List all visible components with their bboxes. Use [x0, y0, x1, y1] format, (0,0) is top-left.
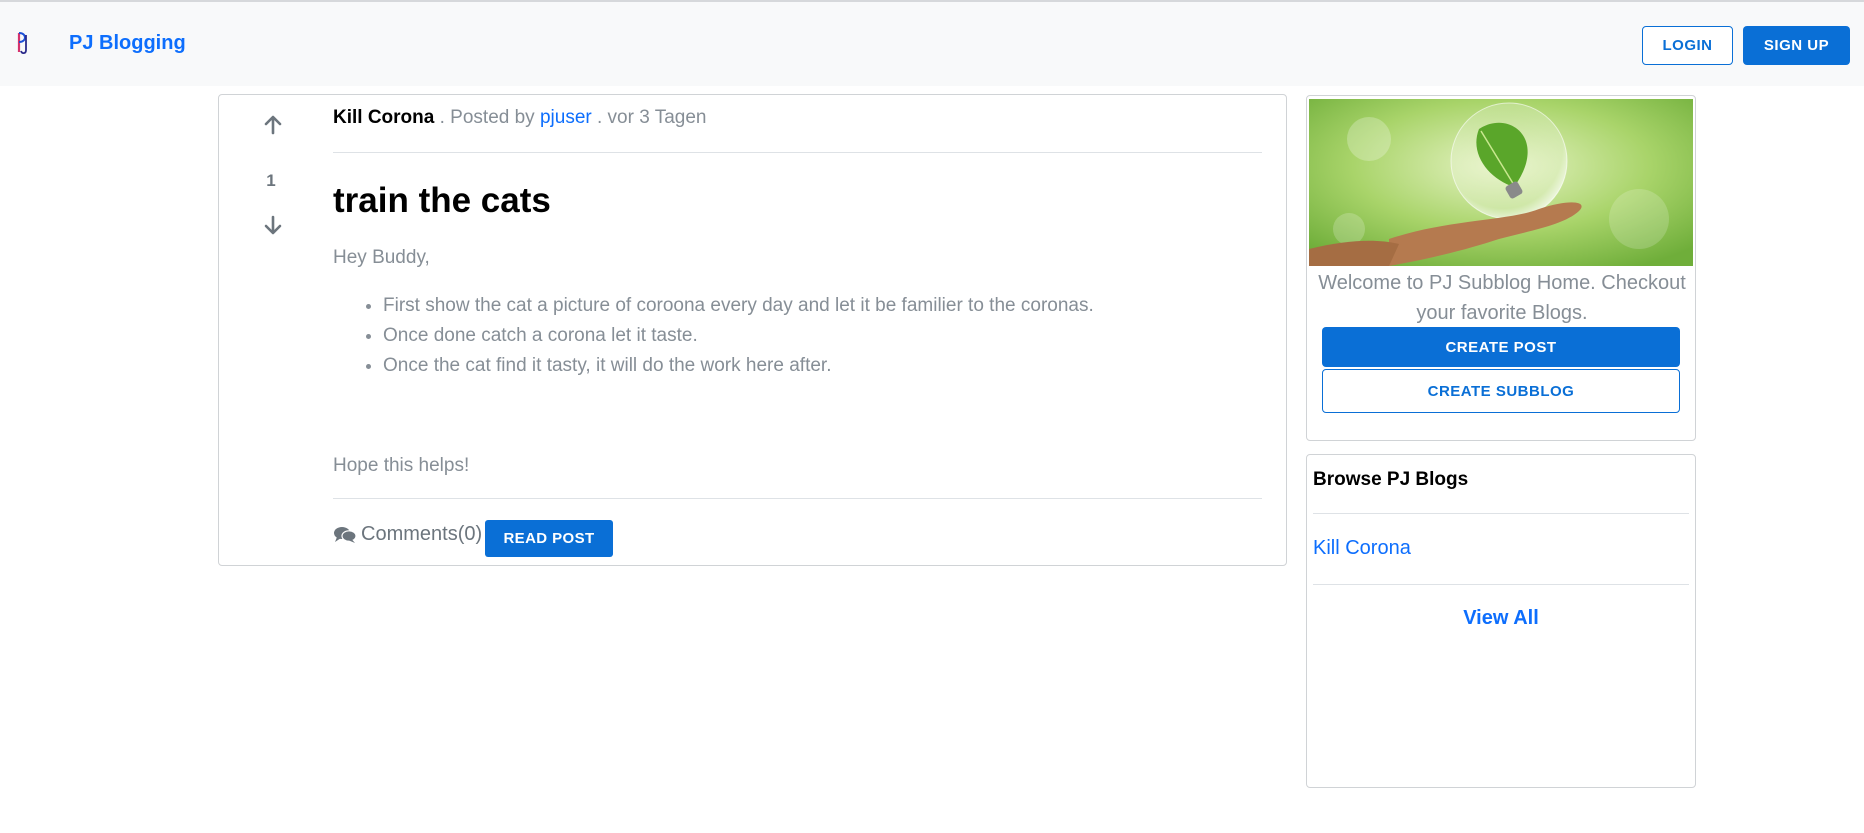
post-time: . vor 3 Tagen — [597, 107, 707, 128]
divider — [333, 498, 1262, 499]
create-subblog-button[interactable]: CREATE SUBBLOG — [1322, 369, 1680, 413]
divider — [333, 152, 1262, 153]
vote-count: 1 — [266, 171, 276, 190]
post-bullet-list: First show the cat a picture of coroona … — [383, 291, 1253, 381]
posted-by-text: . Posted by — [439, 107, 535, 128]
arrow-up-icon[interactable] — [261, 113, 285, 137]
subblog-name[interactable]: Kill Corona — [333, 107, 434, 128]
brand-name-link[interactable]: PJ Blogging — [69, 32, 186, 55]
post-closing: Hope this helps! — [333, 455, 470, 476]
browse-item-kill-corona[interactable]: Kill Corona — [1313, 537, 1411, 560]
comments-link[interactable]: Comments(0) — [333, 523, 482, 546]
vote-column: 1 — [219, 95, 319, 295]
post-card: 1 Kill Corona . Posted by pjuser . vor 3… — [218, 94, 1287, 566]
post-title[interactable]: train the cats — [333, 181, 551, 221]
signup-button[interactable]: SIGN UP — [1743, 26, 1850, 65]
login-button[interactable]: LOGIN — [1642, 26, 1733, 65]
post-meta: Kill Corona . Posted by pjuser . vor 3 T… — [333, 107, 707, 129]
divider — [1313, 513, 1689, 514]
view-all-link[interactable]: View All — [1307, 607, 1695, 630]
divider — [1313, 584, 1689, 585]
hero-image — [1309, 99, 1693, 266]
comments-label: Comments(0) — [361, 523, 483, 545]
list-item: First show the cat a picture of coroona … — [383, 291, 1253, 321]
brand-logo-icon[interactable] — [17, 30, 31, 56]
arrow-down-icon[interactable] — [261, 213, 285, 237]
list-item: Once the cat find it tasty, it will do t… — [383, 351, 1253, 381]
comments-icon — [334, 526, 357, 543]
navbar: PJ Blogging LOGIN SIGN UP — [0, 0, 1864, 86]
create-post-button[interactable]: CREATE POST — [1322, 327, 1680, 367]
sidebar-welcome-card: Welcome to PJ Subblog Home. Checkout you… — [1306, 95, 1696, 441]
read-post-button[interactable]: READ POST — [485, 520, 613, 557]
browse-blogs-card: Browse PJ Blogs Kill Corona View All — [1306, 454, 1696, 788]
welcome-text: Welcome to PJ Subblog Home. Checkout you… — [1318, 272, 1686, 324]
post-body: Hey Buddy, First show the cat a picture … — [333, 243, 1253, 481]
browse-title: Browse PJ Blogs — [1313, 469, 1469, 490]
author-link[interactable]: pjuser — [540, 107, 592, 128]
post-greeting: Hey Buddy, — [333, 247, 430, 268]
list-item: Once done catch a corona let it taste. — [383, 321, 1253, 351]
